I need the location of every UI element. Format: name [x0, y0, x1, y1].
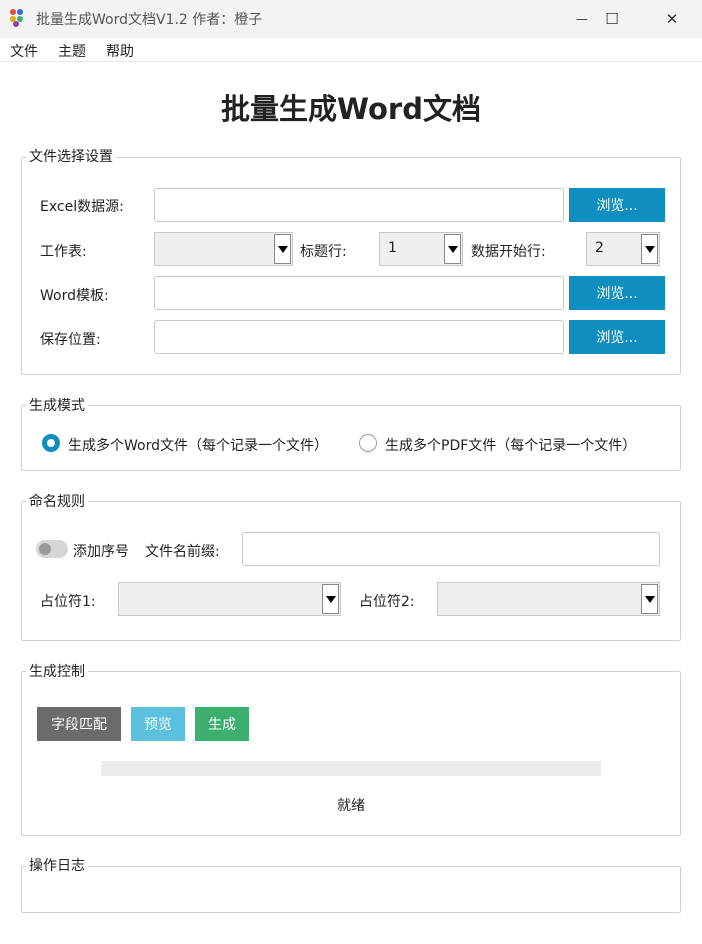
log-legend: 操作日志 [26, 858, 88, 874]
progress-bar [101, 761, 601, 776]
naming-legend: 命名规则 [26, 494, 88, 510]
word-browse-button[interactable]: 浏览... [569, 276, 665, 310]
control-legend: 生成控制 [26, 664, 88, 680]
field-match-button[interactable]: 字段匹配 [37, 707, 121, 741]
prefix-label: 文件名前缀: [145, 544, 220, 560]
menu-help[interactable]: 帮助 [106, 41, 134, 61]
menu-bar: 文件 主题 帮助 [0, 38, 702, 62]
save-location-label: 保存位置: [40, 332, 101, 348]
log-textarea[interactable] [25, 875, 677, 909]
header-row-value: 1 [388, 240, 397, 256]
radio-word-mode[interactable] [42, 434, 60, 452]
save-location-input[interactable] [154, 320, 564, 354]
naming-group [21, 501, 681, 641]
status-text: 就绪 [337, 798, 365, 814]
add-index-toggle[interactable] [36, 540, 68, 558]
pdf-mode-label[interactable]: 生成多个PDF文件（每个记录一个文件） [385, 435, 636, 455]
chevron-down-icon[interactable] [322, 584, 339, 614]
word-mode-label[interactable]: 生成多个Word文件（每个记录一个文件） [68, 435, 328, 455]
close-button[interactable]: ✕ [648, 0, 696, 38]
file-settings-legend: 文件选择设置 [26, 149, 116, 165]
excel-path-input[interactable] [154, 188, 564, 222]
placeholder2-label: 占位符2: [359, 594, 415, 610]
generate-button[interactable]: 生成 [195, 707, 249, 741]
chevron-down-icon[interactable] [641, 584, 658, 614]
title-bar: 批量生成Word文档V1.2 作者：橙子 — ☐ ✕ [0, 0, 702, 38]
chevron-down-icon[interactable] [274, 234, 291, 264]
page-title: 批量生成Word文档 [221, 92, 481, 126]
menu-theme[interactable]: 主题 [58, 41, 86, 61]
toggle-knob [39, 543, 51, 555]
save-browse-button[interactable]: 浏览... [569, 320, 665, 354]
window-title: 批量生成Word文档V1.2 作者：橙子 [36, 12, 263, 28]
add-index-label: 添加序号 [73, 544, 129, 560]
app-icon [10, 9, 28, 27]
maximize-button[interactable]: ☐ [588, 0, 636, 38]
excel-browse-button[interactable]: 浏览... [569, 188, 665, 222]
header-row-select[interactable]: 1 [379, 232, 463, 266]
preview-button[interactable]: 预览 [131, 707, 185, 741]
prefix-input[interactable] [242, 532, 660, 566]
header-row-label: 标题行: [300, 244, 347, 260]
chevron-down-icon[interactable] [641, 234, 658, 264]
data-start-value: 2 [595, 240, 604, 256]
chevron-down-icon[interactable] [444, 234, 461, 264]
data-start-select[interactable]: 2 [586, 232, 660, 266]
data-start-label: 数据开始行: [471, 244, 546, 260]
placeholder1-label: 占位符1: [40, 594, 96, 610]
sheet-select[interactable] [154, 232, 293, 266]
close-icon: ✕ [665, 10, 679, 28]
sheet-label: 工作表: [40, 244, 87, 260]
word-template-input[interactable] [154, 276, 564, 310]
radio-pdf-mode[interactable] [359, 434, 377, 452]
maximize-icon: ☐ [605, 10, 619, 28]
excel-label: Excel数据源: [40, 199, 124, 215]
word-template-label: Word模板: [40, 288, 109, 304]
placeholder1-select[interactable] [118, 582, 341, 616]
minimize-icon: — [576, 12, 588, 26]
mode-legend: 生成模式 [26, 398, 88, 414]
menu-file[interactable]: 文件 [10, 41, 38, 61]
placeholder2-select[interactable] [437, 582, 660, 616]
